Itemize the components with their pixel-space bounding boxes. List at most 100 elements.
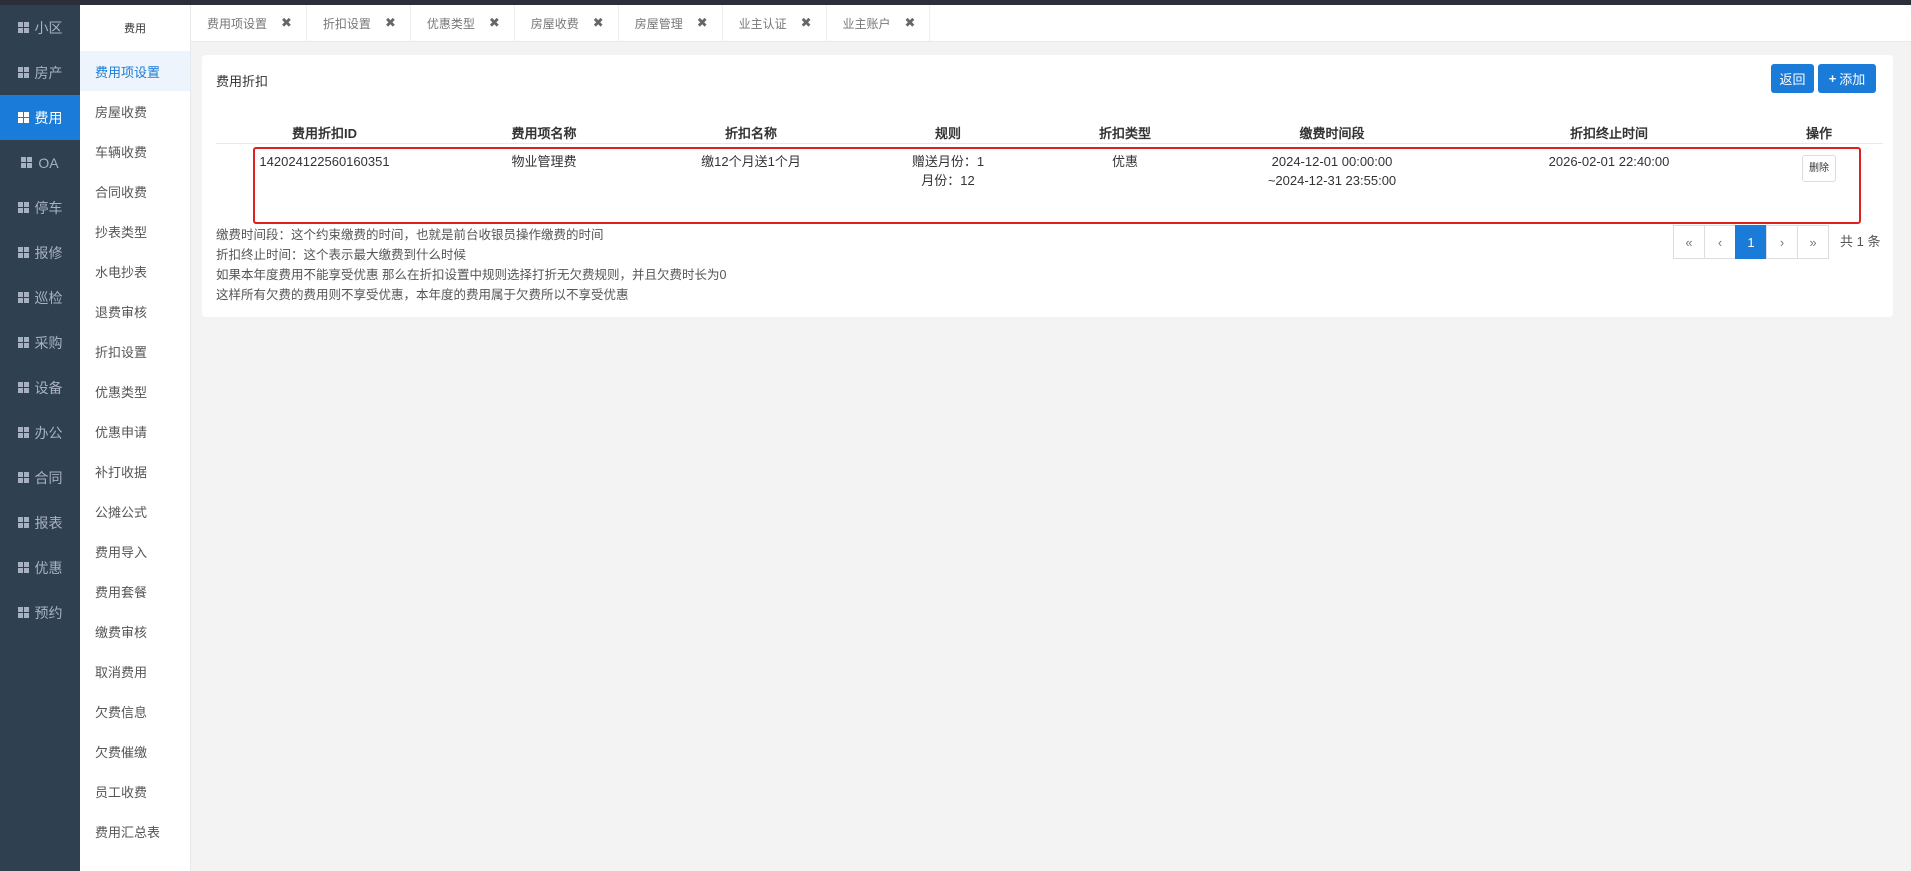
col-header-discount-name: 折扣名称 — [655, 121, 847, 144]
nav-item-label: OA — [38, 154, 59, 171]
nav-item[interactable]: 报修 — [0, 230, 80, 275]
nav-item-label: 采购 — [34, 334, 63, 351]
subnav-item[interactable]: 公摊公式 — [80, 491, 190, 531]
subnav-item[interactable]: 退费审核 — [80, 291, 190, 331]
subnav-item[interactable]: 优惠申请 — [80, 411, 190, 451]
nav-item[interactable]: 优惠 — [0, 545, 80, 590]
grid-icon — [21, 157, 33, 168]
nav-item[interactable]: 停车 — [0, 185, 80, 230]
grid-icon — [17, 292, 29, 303]
close-icon[interactable]: ✖ — [905, 15, 916, 31]
close-icon[interactable]: ✖ — [697, 15, 708, 31]
grid-icon — [17, 247, 29, 258]
nav-item-label: 报表 — [34, 514, 63, 531]
nav-item[interactable]: 设备 — [0, 365, 80, 410]
subnav-item[interactable]: 员工收费 — [80, 771, 190, 811]
grid-icon — [17, 22, 29, 33]
table-row: 142024122560160351 物业管理费 缴12个月送1个月 赠送月份：… — [216, 144, 1883, 210]
subnav-item[interactable]: 房屋收费 — [80, 91, 190, 131]
nav-item-label: 报修 — [34, 244, 63, 261]
tab[interactable]: 业主认证 ✖ — [723, 5, 827, 41]
tab-label: 优惠类型 — [426, 16, 475, 31]
nav-item-label: 优惠 — [34, 559, 63, 576]
subnav-item[interactable]: 水电抄表 — [80, 251, 190, 291]
close-icon[interactable]: ✖ — [489, 15, 500, 31]
tab-label: 费用项设置 — [207, 16, 268, 31]
nav-item[interactable]: 报表 — [0, 500, 80, 545]
subnav-item[interactable]: 费用导入 — [80, 531, 190, 571]
nav-item-label: 巡检 — [34, 289, 63, 306]
next-page-button[interactable]: › — [1766, 225, 1798, 259]
tab[interactable]: 业主账户 ✖ — [827, 5, 931, 41]
subnav-item[interactable]: 费用项设置 — [80, 51, 190, 91]
prev-page-button[interactable]: ‹ — [1704, 225, 1736, 259]
tab-bar: 费用项设置 ✖ 折扣设置 ✖ 优惠类型 ✖ 房屋收费 ✖ 房屋管理 ✖ 业主认证 ✖ 业主账户 ✖ — [191, 5, 1911, 42]
nav-item-label: 合同 — [34, 469, 63, 486]
col-header-action: 操作 — [1755, 121, 1883, 144]
rule-gift-months: 赠送月份：1 — [911, 154, 985, 169]
tab[interactable]: 房屋收费 ✖ — [515, 5, 619, 41]
table-header-row: 费用折扣ID 费用项名称 折扣名称 规则 折扣类型 缴费时间段 折扣终止时间 操… — [216, 121, 1883, 144]
nav-item[interactable]: 小区 — [0, 5, 80, 50]
subnav-item[interactable]: 合同收费 — [80, 171, 190, 211]
close-icon[interactable]: ✖ — [281, 15, 292, 31]
page-title: 费用折扣 — [216, 74, 269, 89]
subnav-item[interactable]: 取消费用 — [80, 651, 190, 691]
subnav-item[interactable]: 折扣设置 — [80, 331, 190, 371]
nav-item[interactable]: 房产 — [0, 50, 80, 95]
subnav-item[interactable]: 补打收据 — [80, 451, 190, 491]
nav-item-label: 小区 — [34, 19, 63, 36]
cell-rule: 赠送月份：1 月份：12 — [847, 144, 1049, 210]
delete-button[interactable]: 删除 — [1802, 155, 1836, 182]
close-icon[interactable]: ✖ — [801, 15, 812, 31]
add-button-label: 添加 — [1839, 72, 1866, 87]
tab-label: 房屋管理 — [634, 16, 683, 31]
subnav-item[interactable]: 优惠类型 — [80, 371, 190, 411]
cell-action: 删除 — [1755, 144, 1883, 210]
close-icon[interactable]: ✖ — [593, 15, 604, 31]
total-count: 共 1 条 — [1840, 234, 1881, 249]
subnav-item[interactable]: 欠费信息 — [80, 691, 190, 731]
page-1-button[interactable]: 1 — [1735, 225, 1767, 259]
nav-item-label: 停车 — [34, 199, 63, 216]
back-button[interactable]: 返回 — [1771, 64, 1814, 93]
nav-item[interactable]: 合同 — [0, 455, 80, 500]
close-icon[interactable]: ✖ — [385, 15, 396, 31]
nav-item[interactable]: 费用 — [0, 95, 80, 140]
note-line: 缴费时间段：这个约束缴费的时间，也就是前台收银员操作缴费的时间 — [216, 228, 604, 242]
note-line: 折扣终止时间：这个表示最大缴费到什么时候 — [216, 248, 467, 262]
grid-icon — [17, 382, 29, 393]
tab[interactable]: 优惠类型 ✖ — [411, 5, 515, 41]
subnav-item[interactable]: 欠费催缴 — [80, 731, 190, 771]
add-button[interactable]: + 添加 — [1818, 64, 1876, 93]
nav-item[interactable]: 巡检 — [0, 275, 80, 320]
first-page-button[interactable]: « — [1673, 225, 1705, 259]
grid-icon — [17, 202, 29, 213]
col-header-fee-item: 费用项名称 — [433, 121, 655, 144]
nav-item-label: 设备 — [34, 379, 63, 396]
col-header-rule: 规则 — [847, 121, 1049, 144]
tab[interactable]: 房屋管理 ✖ — [619, 5, 723, 41]
nav-item-label: 预约 — [34, 604, 63, 621]
nav-item[interactable]: 采购 — [0, 320, 80, 365]
rule-months: 月份：12 — [921, 173, 975, 188]
tab[interactable]: 折扣设置 ✖ — [307, 5, 411, 41]
grid-icon — [17, 472, 29, 483]
discount-table: 费用折扣ID 费用项名称 折扣名称 规则 折扣类型 缴费时间段 折扣终止时间 操… — [216, 121, 1883, 209]
tab[interactable]: 费用项设置 ✖ — [191, 5, 307, 41]
last-page-button[interactable]: » — [1797, 225, 1829, 259]
subnav-item[interactable]: 车辆收费 — [80, 131, 190, 171]
nav-item[interactable]: OA — [0, 140, 80, 185]
grid-icon — [17, 67, 29, 78]
cell-discount-type: 优惠 — [1111, 154, 1138, 169]
pagination: « ‹ 1 › » — [1673, 225, 1829, 259]
nav-item[interactable]: 预约 — [0, 590, 80, 635]
subnav-item[interactable]: 缴费审核 — [80, 611, 190, 651]
subnav-item[interactable]: 抄表类型 — [80, 211, 190, 251]
notes: 缴费时间段：这个约束缴费的时间，也就是前台收银员操作缴费的时间 折扣终止时间：这… — [216, 225, 726, 305]
grid-icon — [17, 517, 29, 528]
subnav-item[interactable]: 费用汇总表 — [80, 811, 190, 851]
grid-icon — [17, 562, 29, 573]
nav-item[interactable]: 办公 — [0, 410, 80, 455]
subnav-item[interactable]: 费用套餐 — [80, 571, 190, 611]
